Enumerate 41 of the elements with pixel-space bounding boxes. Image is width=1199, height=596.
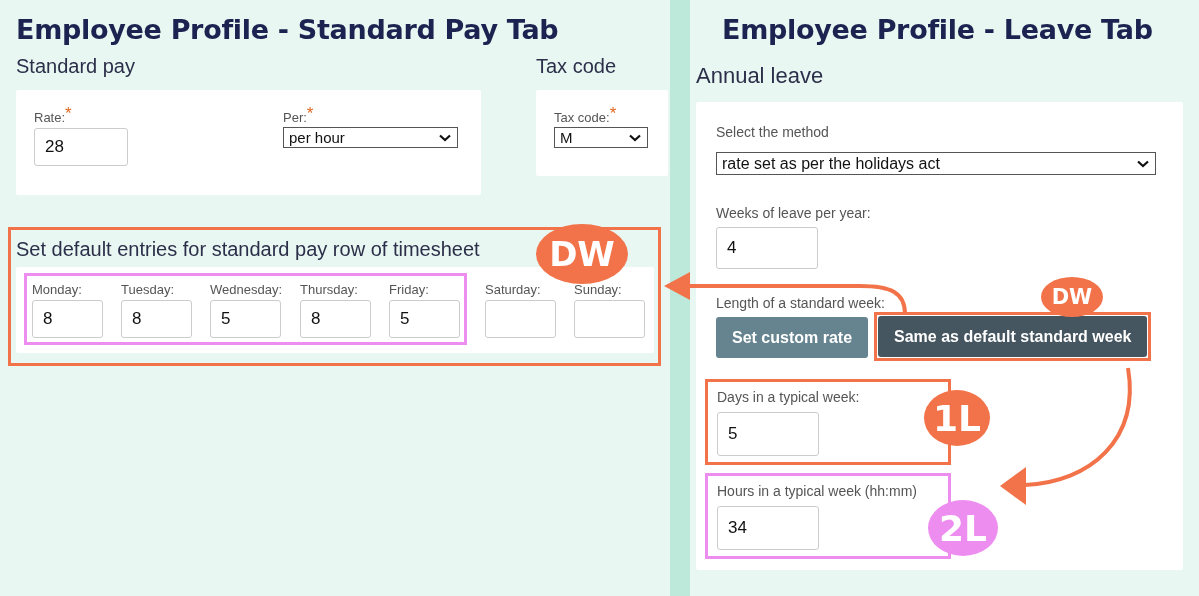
days-input-field[interactable]: 5 xyxy=(717,412,819,456)
hours-input-field[interactable] xyxy=(574,300,646,338)
hours-input-field[interactable]: 8 xyxy=(300,300,372,338)
weeks-input-field[interactable]: 4 xyxy=(716,227,818,269)
chevron-down-icon xyxy=(439,133,451,142)
hours-input-field[interactable]: 5 xyxy=(389,300,461,338)
field-label: Hours in a typical week (hh:mm) xyxy=(717,483,917,499)
field-label: Days in a typical week: xyxy=(717,389,860,405)
option-button[interactable]: Same as default standard week xyxy=(878,316,1148,357)
hours-input-field[interactable]: 34 xyxy=(717,506,819,550)
method-dropdown[interactable]: rate set as per the holidays act xyxy=(716,152,1156,175)
hours-input-field[interactable]: 8 xyxy=(32,300,103,338)
option-button[interactable]: Set custom rate xyxy=(716,317,869,358)
section-heading: Standard pay xyxy=(16,55,136,78)
per-dropdown[interactable]: per hour xyxy=(283,127,458,148)
panel-title: Employee Profile - Leave Tab xyxy=(722,14,1154,45)
panel-title: Employee Profile - Standard Pay Tab xyxy=(16,14,560,45)
day-label: Saturday: xyxy=(485,282,541,297)
field-label: Select the method xyxy=(716,124,829,140)
section-heading: Annual leave xyxy=(696,63,825,89)
field-label: Length of a standard week: xyxy=(716,295,885,311)
annotation-badge: 1L xyxy=(924,390,990,446)
field-label: Weeks of leave per year: xyxy=(716,205,871,221)
rate-input-field[interactable]: 28 xyxy=(34,128,128,166)
chevron-down-icon xyxy=(629,133,641,142)
day-label: Monday: xyxy=(32,282,82,297)
hours-input-field[interactable]: 5 xyxy=(210,300,281,338)
day-label: Wednesday: xyxy=(210,282,283,297)
hours-input-field[interactable]: 8 xyxy=(121,300,192,338)
hours-input-field[interactable] xyxy=(485,300,557,338)
chevron-down-icon xyxy=(1137,159,1149,168)
section-heading: Tax code xyxy=(536,55,618,78)
day-label: Friday: xyxy=(389,282,429,297)
annotation-badge: 2L xyxy=(928,500,998,556)
tax-code-dropdown[interactable]: M xyxy=(554,127,648,148)
annotation-badge: DW xyxy=(536,224,628,284)
annotation-badge: DW xyxy=(1041,277,1103,317)
day-label: Sunday: xyxy=(574,282,622,297)
day-label: Thursday: xyxy=(300,282,358,297)
day-label: Tuesday: xyxy=(121,282,174,297)
section-heading: Set default entries for standard pay row of timesheet xyxy=(16,238,480,261)
